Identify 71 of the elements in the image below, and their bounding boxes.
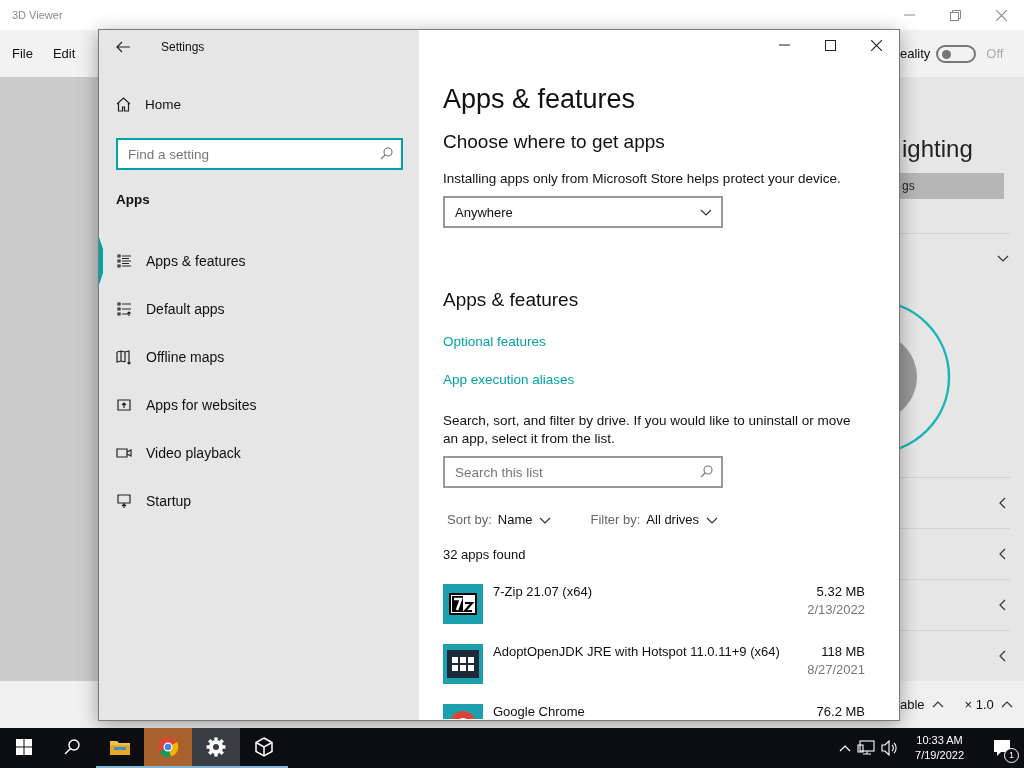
minimize-icon bbox=[903, 14, 915, 16]
taskbar-app[interactable] bbox=[192, 728, 240, 768]
status-text: able bbox=[900, 697, 925, 712]
install-date: 2/13/2022 bbox=[807, 602, 865, 617]
toggle-switch[interactable] bbox=[936, 44, 977, 63]
search-icon bbox=[64, 739, 80, 755]
search-field[interactable]: Find a setting bbox=[116, 138, 403, 170]
settings-button[interactable]: gs bbox=[900, 173, 1004, 199]
window-title: 3D Viewer bbox=[11, 9, 64, 21]
app-size: 5.32 MB bbox=[816, 584, 865, 599]
window-title: Settings bbox=[161, 40, 205, 54]
home-link[interactable]: Home bbox=[99, 86, 419, 122]
toggle-state: Off bbox=[986, 46, 1004, 61]
app-size: 76.2 MB bbox=[816, 704, 865, 719]
install-date: 8/27/2021 bbox=[807, 662, 865, 677]
panel-heading: ighting bbox=[901, 134, 974, 164]
app-list-item[interactable]: 7-Zip 21.07 (x64) 5.32 MB 2/13/2022 bbox=[443, 584, 865, 627]
app-icon bbox=[443, 644, 483, 684]
cube-icon bbox=[253, 736, 275, 758]
menu-item[interactable]: File bbox=[0, 46, 33, 61]
app-list-item[interactable]: AdoptOpenJDK JRE with Hotspot 11.0.11+9 (x64) 118 MB 8/27/2021 bbox=[443, 644, 865, 687]
section-heading: Apps & features bbox=[443, 288, 580, 312]
search-icon bbox=[380, 147, 393, 160]
minimize-icon bbox=[778, 44, 790, 46]
close-icon bbox=[870, 39, 882, 51]
nav-item[interactable]: Video playback bbox=[99, 429, 419, 477]
video-camera-icon bbox=[116, 445, 132, 461]
map-icon bbox=[116, 349, 132, 365]
clock[interactable]: 10:33 AM 7/19/2022 bbox=[905, 733, 974, 763]
app-name: 7-Zip 21.07 (x64) bbox=[493, 584, 593, 601]
folder-icon bbox=[109, 738, 131, 756]
app-icon bbox=[443, 584, 483, 624]
nav-item[interactable]: Startup bbox=[99, 477, 419, 525]
network-icon[interactable] bbox=[857, 740, 876, 756]
gear-icon bbox=[206, 737, 226, 757]
back-arrow-icon bbox=[116, 41, 130, 53]
search-icon bbox=[700, 465, 713, 478]
close-icon bbox=[995, 9, 1007, 21]
speaker-icon[interactable] bbox=[881, 740, 900, 756]
chrome-icon bbox=[157, 736, 179, 758]
list-icon bbox=[116, 253, 132, 269]
search-field[interactable]: Search this list bbox=[443, 456, 723, 488]
nav-item[interactable]: Apps & features bbox=[99, 237, 419, 285]
nav-item[interactable]: Apps for websites bbox=[99, 381, 419, 429]
nav-item[interactable]: Default apps bbox=[99, 285, 419, 333]
description-text: Installing apps only from Microsoft Store helps protect your device. bbox=[443, 170, 842, 188]
page-title: Apps & features bbox=[443, 83, 637, 116]
app-size: 118 MB bbox=[821, 644, 865, 659]
result-count: 32 apps found bbox=[443, 547, 527, 562]
description-text: Search, sort, and filter by drive. If you would like to uninstall or move an app, select it from the list. bbox=[443, 412, 852, 448]
maximize-icon bbox=[824, 39, 836, 51]
app-name: AdoptOpenJDK JRE with Hotspot 11.0.11+9 (x64) bbox=[493, 644, 781, 661]
restore-icon bbox=[949, 9, 961, 21]
section-heading: Apps bbox=[116, 192, 151, 207]
monitor-icon bbox=[116, 493, 132, 509]
nav-item[interactable]: Offline maps bbox=[99, 333, 419, 381]
home-icon bbox=[116, 96, 131, 112]
filter-dropdown[interactable]: Filter by: All drives bbox=[586, 512, 720, 527]
menu-item[interactable]: Edit bbox=[40, 46, 76, 61]
app-name: Google Chrome bbox=[493, 704, 586, 720]
sort-dropdown[interactable]: Sort by: Name bbox=[443, 512, 553, 527]
notification-button[interactable]: 1 bbox=[980, 728, 1024, 768]
section-heading: Choose where to get apps bbox=[443, 130, 666, 154]
zoom-level: × 1.0 bbox=[964, 697, 994, 712]
source-dropdown[interactable]: Anywhere bbox=[443, 196, 723, 228]
chevron-up-icon[interactable] bbox=[839, 744, 852, 752]
windows-icon bbox=[16, 739, 32, 755]
message-icon bbox=[993, 739, 1011, 757]
toggle-label: eality bbox=[900, 46, 931, 61]
window-icon bbox=[116, 397, 132, 413]
list-icon bbox=[116, 301, 132, 317]
